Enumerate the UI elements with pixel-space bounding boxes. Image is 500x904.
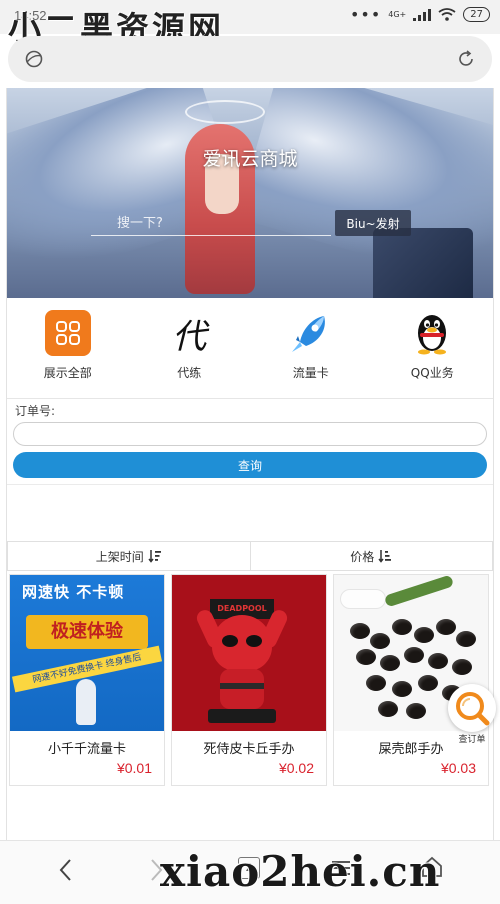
browser-bottom-nav: 2 xiao2hei.cn <box>0 840 500 904</box>
sort-price-label: 价格 <box>350 549 375 564</box>
product-price: ¥0.03 <box>440 760 476 776</box>
beetle-figurine <box>378 701 398 717</box>
check-order-float-button[interactable]: 查订单 <box>446 684 498 746</box>
beetle-figurine <box>418 675 438 691</box>
product-card[interactable]: 屎壳郎手办 ¥0.03 <box>333 574 489 786</box>
beetle-figurine <box>404 647 424 663</box>
beetle-figurine <box>392 681 412 697</box>
rocket-illustration <box>76 679 96 725</box>
address-bar[interactable] <box>8 36 492 82</box>
sort-asc-icon <box>378 550 392 563</box>
category-qq-services[interactable]: QQ业务 <box>372 310 494 394</box>
category-boosting[interactable]: 代 代练 <box>129 310 251 394</box>
status-indicators: ••• 4G+ 27 <box>349 4 490 24</box>
product-image-text: 极速体验 <box>26 615 148 649</box>
beetle-figurine <box>350 623 370 639</box>
divider <box>7 484 493 485</box>
dai-glyph: 代 <box>172 316 207 357</box>
beetle-figurine <box>380 655 400 671</box>
refresh-icon[interactable] <box>456 49 476 69</box>
search-order-icon[interactable] <box>448 684 496 732</box>
order-number-label: 订单号: <box>15 404 56 418</box>
qq-penguin-icon <box>409 310 455 356</box>
network-label: 4G+ <box>388 10 407 19</box>
wifi-icon <box>438 8 456 21</box>
order-number-input[interactable] <box>13 422 487 446</box>
beetle-figurine <box>428 653 448 669</box>
beetle-figurine <box>356 649 376 665</box>
site-title: 爱讯云商城 <box>202 148 298 170</box>
figure-part <box>208 709 276 723</box>
banner-search-box <box>91 212 331 236</box>
search-input[interactable] <box>91 212 331 235</box>
product-grid: 网速快 不卡顿 极速体验 网速不好免费换卡 终身售后 小千千流量卡 ¥0.01 … <box>9 574 493 786</box>
product-name: 死侍皮卡丘手办 <box>203 742 295 757</box>
product-card[interactable]: DEADPOOL 死侍皮卡丘手办 ¥0.02 <box>171 574 327 786</box>
product-name: 小千千流量卡 <box>47 742 126 757</box>
category-show-all[interactable]: 展示全部 <box>7 310 129 394</box>
product-image[interactable]: DEADPOOL <box>172 575 326 731</box>
leaf-illustration <box>383 575 455 608</box>
page-content: 爱讯云商城 Biu~发射 展示全部 代 代练 <box>6 88 494 840</box>
beetle-figurine <box>436 619 456 635</box>
figure-part <box>220 669 264 709</box>
divider <box>7 398 493 399</box>
category-label: 代练 <box>177 366 202 380</box>
figure-part <box>212 615 272 671</box>
figure-part <box>222 635 238 647</box>
product-card[interactable]: 网速快 不卡顿 极速体验 网速不好免费换卡 终身售后 小千千流量卡 ¥0.01 <box>9 574 165 786</box>
sort-bar: 上架时间 价格 <box>7 541 493 571</box>
banner-art <box>185 100 265 124</box>
sort-desc-icon <box>148 550 161 563</box>
figure-part <box>246 635 262 647</box>
more-dots-icon: ••• <box>349 4 382 24</box>
beetle-figurine <box>452 659 472 675</box>
watermark-bottom: xiao2hei.cn <box>160 847 441 896</box>
category-label: QQ业务 <box>410 366 454 380</box>
beetle-figurine <box>370 633 390 649</box>
beetle-figurine <box>456 631 476 647</box>
sort-time-label: 上架时间 <box>95 549 144 564</box>
beetle-figurine <box>406 703 426 719</box>
check-order-label: 查订单 <box>458 735 486 745</box>
back-icon[interactable] <box>56 857 76 883</box>
globe-icon[interactable] <box>24 49 44 69</box>
beetle-figurine <box>392 619 412 635</box>
product-image-text: 网速快 不卡顿 <box>22 583 125 601</box>
signal-icon <box>413 8 432 21</box>
flower-illustration <box>340 589 386 609</box>
rocket-icon <box>288 310 334 356</box>
battery-indicator: 27 <box>463 7 490 22</box>
search-button[interactable]: Biu~发射 <box>335 210 411 236</box>
hero-banner: 爱讯云商城 Biu~发射 <box>7 88 493 298</box>
calligraphy-dai-icon: 代 <box>166 310 212 357</box>
sort-by-time[interactable]: 上架时间 <box>8 542 250 570</box>
grid-icon <box>44 310 91 356</box>
product-image[interactable]: 网速快 不卡顿 极速体验 网速不好免费换卡 终身售后 <box>10 575 164 731</box>
category-label: 展示全部 <box>43 366 92 380</box>
beetle-figurine <box>414 627 434 643</box>
product-price: ¥0.01 <box>116 760 152 776</box>
category-data-card[interactable]: 流量卡 <box>250 310 372 394</box>
banner-art <box>373 228 473 298</box>
category-label: 流量卡 <box>292 366 329 380</box>
sort-by-price[interactable]: 价格 <box>249 542 492 570</box>
category-grid: 展示全部 代 代练 流量卡 QQ业务 <box>7 310 493 394</box>
figure-part <box>220 683 264 689</box>
product-price: ¥0.02 <box>278 760 314 776</box>
status-bar: 14:52 小二黑资源网 ••• 4G+ 27 <box>0 0 500 48</box>
query-button[interactable]: 查询 <box>13 452 487 478</box>
beetle-figurine <box>366 675 386 691</box>
